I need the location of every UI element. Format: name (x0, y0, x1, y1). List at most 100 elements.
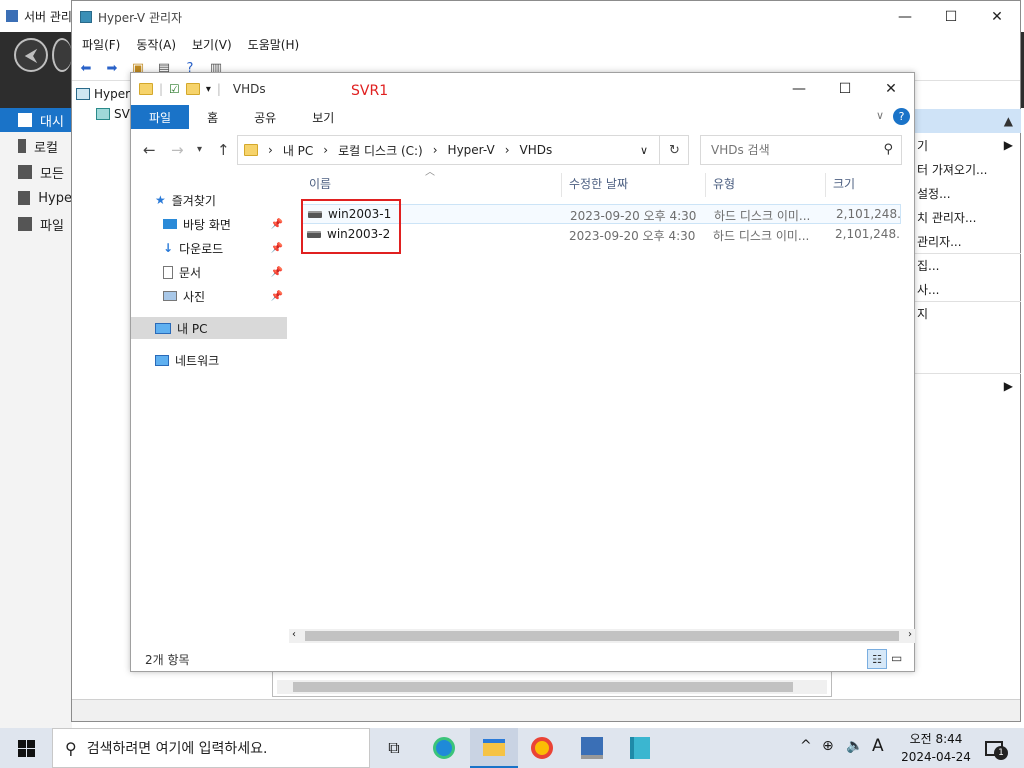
start-button[interactable] (0, 728, 52, 768)
notification-center-icon[interactable]: 1 (982, 736, 1008, 760)
sidebar-item-all[interactable]: 모든 (0, 160, 72, 184)
sort-ascending-icon: ︿ (425, 167, 435, 178)
up-arrow-icon[interactable]: ↑ (217, 141, 230, 159)
clock[interactable]: 오전 8:44 2024-04-24 (896, 730, 976, 766)
nav-documents[interactable]: 문서 📌 (131, 261, 287, 283)
actions-header[interactable]: ▲ (915, 109, 1021, 133)
action-item[interactable]: 지 (915, 301, 1021, 325)
menu-file[interactable]: 파일(F) (82, 36, 120, 53)
ime-indicator[interactable]: A (872, 736, 884, 756)
pin-icon[interactable]: 📌 (271, 267, 283, 278)
column-separator[interactable] (561, 173, 562, 197)
minimize-button[interactable]: — (776, 73, 822, 105)
back-arrow-icon[interactable]: ⮜ (14, 38, 48, 72)
breadcrumb-item[interactable]: VHDs (520, 143, 553, 157)
nav-downloads[interactable]: ↓ 다운로드 📌 (131, 237, 287, 259)
pin-icon[interactable]: 📌 (271, 291, 283, 302)
chevron-up-icon[interactable]: ^ (800, 738, 812, 754)
minimize-button[interactable]: — (882, 1, 928, 33)
close-button[interactable]: ✕ (868, 73, 914, 105)
forward-arrow-icon[interactable]: → (171, 141, 184, 159)
edge-browser-icon[interactable] (420, 728, 468, 768)
star-icon: ★ (155, 193, 166, 207)
volume-muted-icon[interactable]: 🔈 (846, 738, 863, 754)
column-header-size[interactable]: 크기 (833, 175, 855, 192)
taskbar-search[interactable]: ⚲ 검색하려면 여기에 입력하세요. (52, 728, 370, 768)
pin-icon[interactable]: 📌 (271, 219, 283, 230)
chevron-down-icon[interactable]: ▾ (206, 84, 211, 95)
action-group[interactable]: ▶ (915, 373, 1021, 397)
tab-file[interactable]: 파일 (131, 105, 190, 129)
maximize-button[interactable]: ☐ (822, 73, 868, 105)
tab-home[interactable]: 홈 (189, 105, 236, 129)
scrollbar-thumb[interactable] (305, 631, 899, 641)
action-item[interactable]: 기 ▶ (915, 133, 1021, 157)
close-button[interactable]: ✕ (974, 1, 1020, 33)
hyperv-actions-pane: ▲ 기 ▶ 터 가져오기... 설정... 치 관리자... 관리자... 집..… (915, 109, 1021, 699)
tree-item-server[interactable]: SV (96, 107, 130, 121)
action-item[interactable]: 터 가져오기... (915, 157, 1021, 181)
breadcrumb-item[interactable]: Hyper-V (448, 143, 495, 157)
column-separator[interactable] (825, 173, 826, 197)
menu-view[interactable]: 보기(V) (192, 36, 232, 53)
file-explorer-window: | ☑ ▾ | VHDs — ☐ ✕ SVR1 파일 홈 공유 보기 ∨ ? ←… (130, 72, 915, 672)
nav-quick-access[interactable]: ★ 즐겨찾기 (131, 189, 287, 211)
properties-icon[interactable]: ☑ (169, 82, 180, 96)
breadcrumb-item[interactable]: 로컬 디스크 (C:) (338, 142, 423, 159)
chrome-browser-icon[interactable] (518, 728, 566, 768)
scrollbar-thumb[interactable] (293, 682, 793, 692)
horizontal-scrollbar[interactable]: ‹ › (289, 629, 915, 643)
action-item[interactable]: 관리자... (915, 229, 1021, 253)
nav-this-pc[interactable]: 내 PC (131, 317, 287, 339)
forward-arrow-icon[interactable] (52, 38, 72, 72)
action-item[interactable]: 사... (915, 277, 1021, 301)
menu-action[interactable]: 동작(A) (136, 36, 176, 53)
pin-icon[interactable]: 📌 (271, 243, 283, 254)
hyperv-manager-icon[interactable] (616, 728, 664, 768)
column-header-name[interactable]: 이름 (309, 175, 331, 192)
horizontal-scrollbar[interactable] (277, 680, 827, 694)
nav-desktop[interactable]: 바탕 화면 📌 (131, 213, 287, 235)
recent-locations-icon[interactable]: ▾ (197, 144, 202, 155)
scroll-left-icon[interactable]: ‹ (292, 629, 296, 640)
new-folder-icon[interactable] (185, 83, 200, 95)
chevron-down-icon[interactable]: ∨ (640, 144, 648, 157)
clock-time: 오전 8:44 (909, 732, 963, 746)
search-icon[interactable]: ⚲ (883, 142, 893, 157)
file-explorer-icon[interactable] (470, 728, 518, 768)
back-arrow-icon[interactable]: ← (143, 141, 156, 159)
search-input[interactable] (711, 143, 871, 157)
nav-network[interactable]: 네트워크 (131, 349, 287, 371)
tab-share[interactable]: 공유 (236, 105, 294, 129)
back-arrow-icon[interactable]: ⬅ (76, 60, 96, 78)
hyperv-statusbar (72, 699, 1020, 721)
tree-item-hyperv[interactable]: Hyper (76, 87, 130, 101)
details-view-icon[interactable]: ☷ (867, 649, 887, 669)
maximize-button[interactable]: ☐ (928, 1, 974, 33)
column-separator[interactable] (705, 173, 706, 197)
task-view-icon[interactable]: ⧉ (370, 728, 418, 768)
menu-help[interactable]: 도움말(H) (248, 36, 300, 53)
breadcrumb-item[interactable]: 내 PC (283, 142, 313, 159)
sidebar-item-local[interactable]: 로컬 (0, 134, 72, 158)
column-header-type[interactable]: 유형 (713, 175, 735, 192)
network-globe-icon[interactable]: ⊕ (822, 738, 834, 754)
expand-ribbon-icon[interactable]: ∨ (876, 109, 884, 122)
server-manager-icon[interactable] (568, 728, 616, 768)
column-header-modified[interactable]: 수정한 날짜 (569, 175, 628, 192)
nav-pictures[interactable]: 사진 📌 (131, 285, 287, 307)
sidebar-item-dashboard[interactable]: 대시 (0, 108, 72, 132)
large-icons-view-icon[interactable]: ▭ (891, 651, 902, 665)
scroll-right-icon[interactable]: › (908, 629, 912, 640)
sidebar-item-hyperv[interactable]: Hype (0, 186, 72, 210)
tab-view[interactable]: 보기 (294, 105, 352, 129)
sidebar-item-label: 파일 (40, 218, 64, 234)
action-item[interactable]: 설정... (915, 181, 1021, 205)
address-bar[interactable]: › 내 PC › 로컬 디스크 (C:) › Hyper-V › VHDs ∨ (237, 135, 689, 165)
action-item[interactable]: 치 관리자... (915, 205, 1021, 229)
refresh-button[interactable]: ↻ (659, 135, 689, 165)
action-item[interactable]: 집... (915, 253, 1021, 277)
forward-arrow-icon[interactable]: ➡ (102, 60, 122, 78)
sidebar-item-files[interactable]: 파일 (0, 212, 72, 236)
help-icon[interactable]: ? (893, 108, 910, 125)
